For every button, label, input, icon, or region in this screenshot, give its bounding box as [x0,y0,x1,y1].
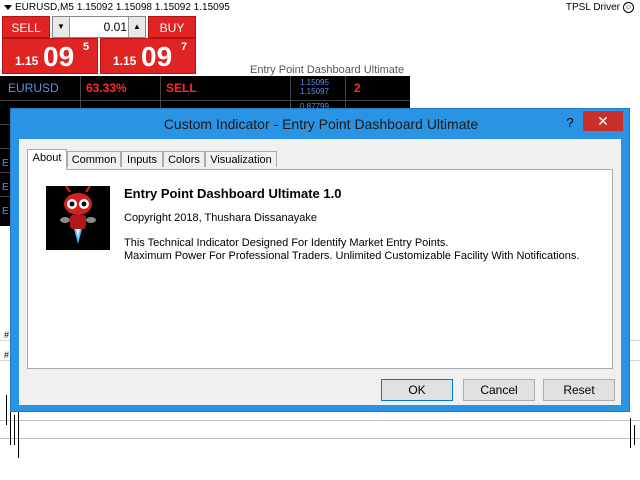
chart-symbol: EURUSD,M5 1.15092 1.15098 1.15092 1.1509… [4,2,230,13]
ask-price-button[interactable]: 1.15 09 7 [100,38,196,74]
row-divider [0,100,410,101]
robot-logo-icon [46,185,110,250]
price-candle [14,415,15,445]
bid-price-button[interactable]: 1.15 09 5 [2,38,98,74]
indicator-name: Entry Point Dashboard Ultimate 1.0 [124,186,342,201]
bid-price-pips: 09 [43,41,75,72]
chart-marker: # [4,330,10,340]
chart-header: EURUSD,M5 1.15092 1.15098 1.15092 1.1509… [0,0,640,16]
dashboard-price-1: 1.15095 [300,78,329,87]
dashboard-signal: SELL [166,81,197,95]
indicator-logo [46,185,110,250]
chart-ohlc: 1.15092 1.15098 1.15092 1.15095 [76,2,230,13]
chart-grid-line [0,420,640,421]
dialog-title: Custom Indicator - Entry Point Dashboard… [163,116,479,132]
price-candle [6,395,7,425]
lot-size-value[interactable]: 0.01 [71,17,127,37]
chart-symbol-label: EURUSD,M5 [15,2,74,13]
price-candle [634,425,635,445]
dashboard-pair-letter: E [2,158,9,169]
price-candle [630,418,631,448]
dashboard-pair: EURUSD [8,81,59,95]
dashboard-pair-letter: E [2,206,9,217]
dashboard-pair-letter: E [2,182,9,193]
price-candle [18,410,19,458]
custom-indicator-dialog: Custom Indicator - Entry Point Dashboard… [10,108,630,412]
lot-increase-icon[interactable]: ▲ [128,17,145,37]
dialog-body: About Common Inputs Colors Visualization [19,139,621,405]
tab-common[interactable]: Common [67,151,121,167]
one-click-trading-panel: SELL ▼ 0.01 ▲ BUY 1.15 09 5 1.15 09 7 [0,16,198,74]
indicator-description-line: Maximum Power For Professional Traders. … [124,250,580,262]
lot-size-stepper[interactable]: ▼ 0.01 ▲ [52,16,146,38]
dashboard-prices: 1.15095 1.15097 [300,78,329,102]
indicator-description-line: This Technical Indicator Designed For Id… [124,237,449,249]
about-panel: Entry Point Dashboard Ultimate 1.0 Copyr… [27,169,613,369]
indicator-copyright: Copyright 2018, Thushara Dissanayake [124,212,318,224]
dashboard-count: 2 [354,81,361,95]
smiley-icon: ☺ [623,2,634,13]
tab-about[interactable]: About [27,149,67,170]
dashboard-percent: 63.33% [86,81,127,95]
ask-price-point: 7 [181,41,188,53]
ea-name: TPSL Driver [565,2,620,13]
ask-price-pips: 09 [141,41,173,72]
lot-decrease-icon[interactable]: ▼ [53,17,70,37]
tab-inputs[interactable]: Inputs [121,151,163,167]
reset-button[interactable]: Reset [543,379,615,401]
tab-visualization[interactable]: Visualization [205,151,277,167]
chart-grid-line [0,438,640,439]
bid-price-prefix: 1.15 [15,54,39,68]
bid-price-point: 5 [83,41,90,53]
dashboard-price-2: 1.15097 [300,87,329,96]
cancel-button[interactable]: Cancel [463,379,535,401]
ok-button[interactable]: OK [381,379,453,401]
dashboard-row: EURUSD 63.33% SELL 1.15095 1.15097 2 [0,76,410,100]
tab-colors[interactable]: Colors [163,151,205,167]
help-icon[interactable]: ? [563,115,577,131]
expert-advisor-label: TPSL Driver ☺ [566,2,634,13]
dashboard-title: Entry Point Dashboard Ultimate [250,64,405,76]
dropdown-triangle-icon[interactable] [4,5,12,10]
buy-button[interactable]: BUY [148,16,196,38]
chart-marker: # [4,350,10,360]
ask-price-prefix: 1.15 [113,54,137,68]
sell-button[interactable]: SELL [2,16,50,38]
close-icon[interactable]: ✕ [583,111,623,131]
